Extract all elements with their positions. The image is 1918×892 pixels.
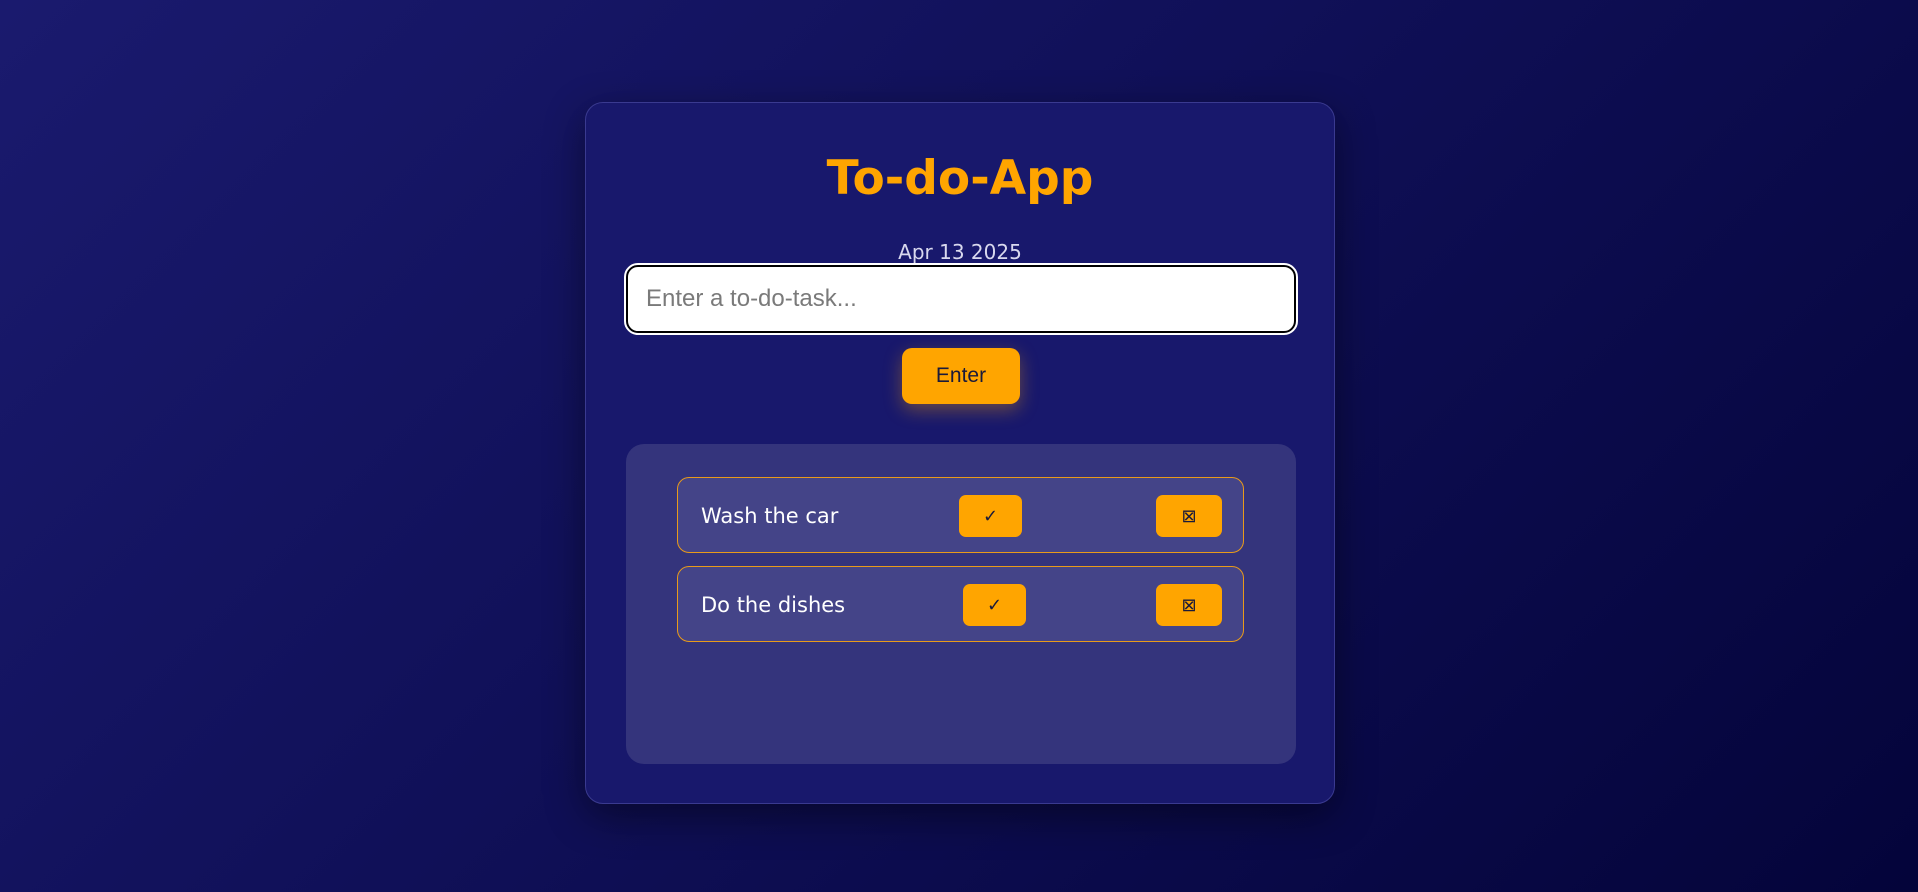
task-item: Do the dishes ✓ ⊠ [677, 566, 1244, 642]
complete-task-button[interactable]: ✓ [959, 495, 1022, 537]
enter-button[interactable]: Enter [902, 348, 1020, 404]
task-list: Wash the car ✓ ⊠ Do the dishes ✓ ⊠ [626, 444, 1296, 764]
todo-app-card: To-do-App Apr 13 2025 Enter Wash the car… [585, 102, 1335, 804]
complete-task-button[interactable]: ✓ [963, 584, 1026, 626]
delete-task-button[interactable]: ⊠ [1156, 584, 1222, 626]
task-text: Do the dishes [701, 593, 846, 617]
task-item: Wash the car ✓ ⊠ [677, 477, 1244, 553]
delete-task-button[interactable]: ⊠ [1156, 495, 1222, 537]
date-label: Apr 13 2025 [898, 240, 1022, 264]
app-title: To-do-App [826, 151, 1094, 206]
task-text: Wash the car [701, 504, 839, 528]
task-input[interactable] [624, 263, 1298, 335]
